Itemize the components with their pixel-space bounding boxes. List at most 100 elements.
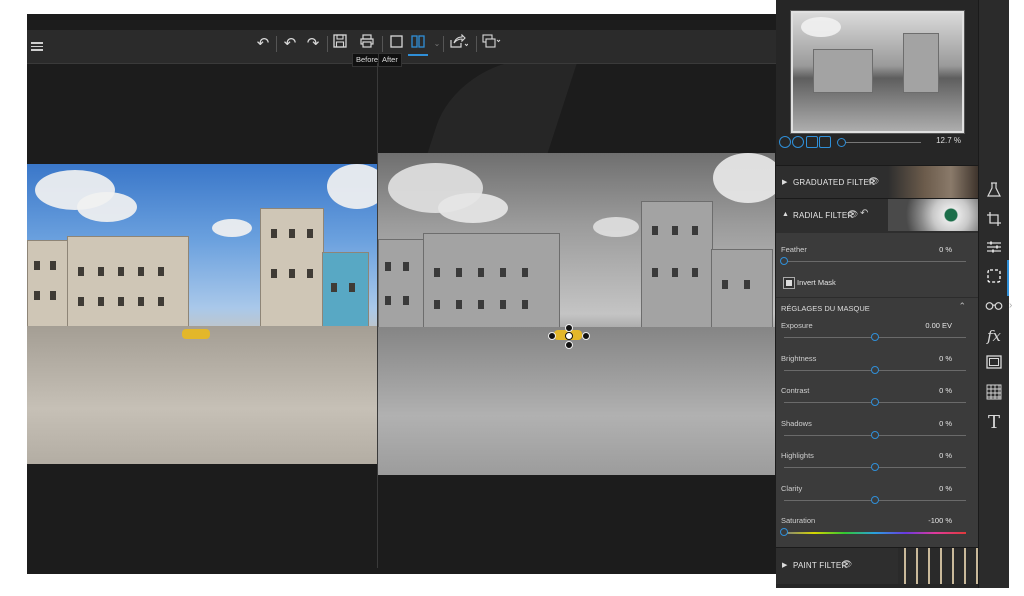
expand-arrow-icon[interactable]: ▶ [782,561,787,569]
eye-icon[interactable]: 👁 [868,176,879,187]
street [378,326,775,475]
saturation-slider[interactable] [784,532,966,534]
shadows-label: Shadows [781,418,812,428]
print-icon[interactable] [357,34,377,54]
frame-icon[interactable] [984,355,1004,375]
highlights-label: Highlights [781,451,814,460]
fx-icon[interactable]: fx [984,326,1004,346]
tool-strip: fx T [978,0,1009,588]
zoom-value: 12.7 % [936,136,961,145]
single-view-icon[interactable] [386,34,406,54]
zoom-in-icon[interactable] [792,136,804,148]
section-radial-filter[interactable]: ▲ RADIAL FILTER 👁 ↶ [776,198,978,233]
brightness-slider-handle[interactable] [871,365,879,374]
building [260,208,324,342]
section-thumbnail [888,199,978,231]
chevron-up-icon[interactable]: ⌃ [958,301,966,312]
text-icon[interactable]: T [984,413,1004,433]
cloud [77,192,137,222]
tooltip-after: After [378,53,402,67]
radial-mask-handle[interactable] [582,332,590,340]
section-thumbnail [888,166,978,198]
cloud [327,164,377,209]
radial-mask-center[interactable] [565,332,573,340]
rotate-left-icon[interactable]: ↶ [253,34,273,54]
shadows-slider-handle[interactable] [871,430,879,439]
sliders-icon[interactable] [984,239,1004,259]
eye-icon[interactable]: 👁 [841,559,852,570]
redo-icon[interactable]: ↷ [303,34,323,54]
after-image [378,153,775,475]
reset-icon[interactable]: ↶ [860,208,868,219]
radial-filter-settings: Feather 0 % Invert Mask RÉGLAGES DU MASQ… [776,233,978,547]
saturation-slider-handle[interactable] [780,528,788,536]
zoom-slider-handle[interactable] [837,138,846,147]
share-icon[interactable] [449,33,469,54]
hamburger-icon[interactable] [31,40,43,52]
contrast-value: 0 % [939,386,952,395]
highlights-slider-handle[interactable] [871,463,879,471]
zoom-controls: 12.7 % [779,136,969,150]
brightness-label: Brightness [781,353,817,363]
radial-mask-handle[interactable] [548,332,556,340]
section-graduated-filter[interactable]: ▶ GRADUATED FILTER 👁 [776,165,978,198]
invert-mask-label: Invert Mask [797,278,836,287]
navigator-viewport[interactable] [791,11,964,133]
cloud [593,217,639,237]
clarity-slider-handle[interactable] [871,495,879,504]
mask-settings-heading: RÉGLAGES DU MASQUE [781,304,870,313]
contrast-slider-handle[interactable] [871,398,879,406]
export-icon[interactable] [482,34,502,54]
exposure-value: 0.00 EV [925,321,952,330]
invert-mask-checkbox[interactable] [783,277,795,289]
flask-icon[interactable] [984,182,1004,202]
shadows-value: 0 % [939,418,952,428]
crop-icon[interactable] [984,211,1004,231]
panel-toggle-arrow-icon[interactable]: › [1009,300,1012,311]
street [27,326,377,464]
expand-arrow-icon[interactable]: ▶ [782,178,787,186]
before-image [27,164,377,464]
cloud [713,153,775,203]
section-title: GRADUATED FILTER [793,178,876,187]
toolbar-separator [327,36,328,52]
section-paint-filter[interactable]: ▶ PAINT FILTER 👁 [776,547,978,584]
feather-slider[interactable] [784,261,966,262]
clarity-value: 0 % [939,483,952,493]
exposure-label: Exposure [781,321,813,330]
saturation-value: -100 % [928,516,952,525]
section-title: RADIAL FILTER [793,211,854,220]
checkbox-check [786,280,792,286]
selection-icon[interactable] [984,260,1009,296]
feather-label: Feather [781,245,807,254]
zoom-fit-icon[interactable] [806,136,818,148]
eye-icon[interactable]: 👁 [847,209,858,220]
exposure-slider-handle[interactable] [871,333,879,341]
split-view-icon[interactable] [408,34,428,56]
texture-icon[interactable] [984,384,1004,404]
toolbar-separator [443,36,444,52]
zoom-actual-icon[interactable] [819,136,831,148]
section-title: PAINT FILTER [793,561,848,570]
toolbar-separator [276,36,277,52]
brightness-value: 0 % [939,353,952,363]
saturation-label: Saturation [781,516,816,525]
zoom-out-icon[interactable] [779,136,791,148]
save-icon[interactable] [330,34,350,54]
zoom-slider[interactable] [841,142,921,143]
undo-icon[interactable]: ↶ [280,34,300,54]
collapse-arrow-icon[interactable]: ▲ [782,211,789,218]
cloud [212,219,252,237]
radial-mask-handle[interactable] [565,324,573,332]
chevron-down-icon[interactable]: ⌄ [427,34,447,54]
yellow-car [182,329,210,339]
section-thumbnail [898,548,978,584]
glasses-icon[interactable] [984,297,1004,317]
section-divider [776,297,978,298]
radial-mask-handle[interactable] [565,341,573,349]
highlights-value: 0 % [939,451,952,460]
clarity-label: Clarity [781,483,803,493]
cloud [438,193,508,223]
feather-slider-handle[interactable] [780,257,788,265]
navigator-thumbnail[interactable] [790,10,965,134]
